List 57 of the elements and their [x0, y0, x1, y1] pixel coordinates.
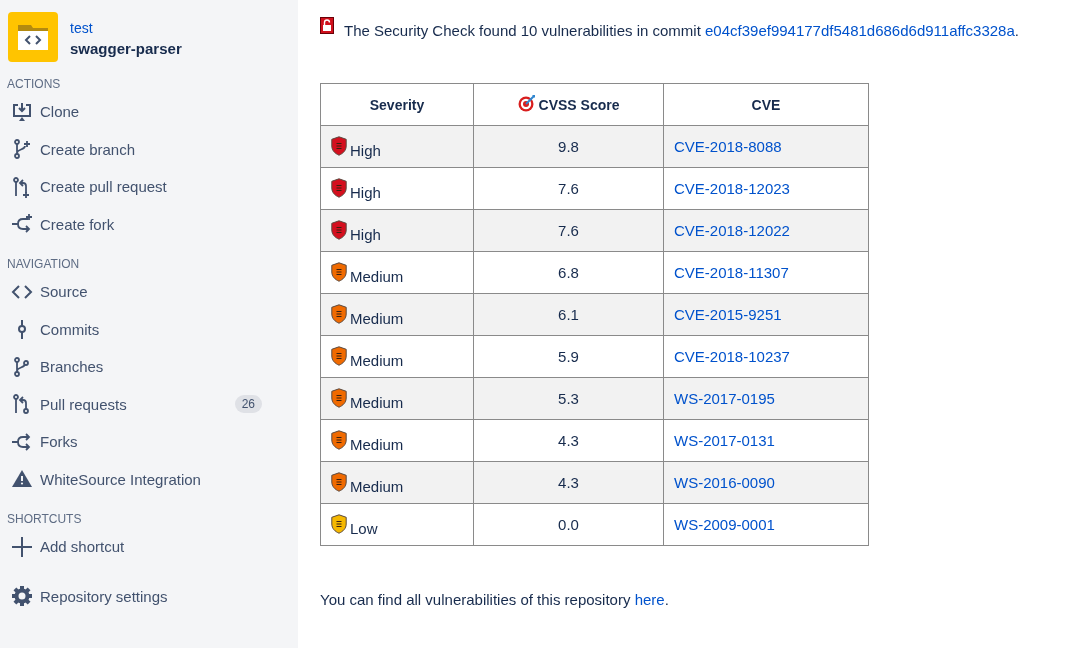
sidebar-item[interactable]: Commits — [0, 310, 298, 348]
target-icon — [517, 94, 536, 112]
sidebar-item[interactable]: Source — [0, 273, 298, 311]
cve-link[interactable]: WS-2017-0195 — [674, 390, 775, 407]
severity-label: High — [350, 226, 381, 243]
sidebar-item[interactable]: WhiteSource Integration — [0, 460, 298, 498]
here-link[interactable]: here — [634, 591, 665, 608]
commit-link[interactable]: e04cf39ef994177df5481d686d6d911affc3328a — [705, 22, 1015, 39]
fork-icon — [11, 430, 33, 453]
branch-plus-icon — [11, 138, 33, 161]
section-heading: SHORTCUTS — [6, 511, 82, 527]
workspace-link[interactable]: test — [70, 19, 93, 37]
scan-summary: The Security Check found 10 vulnerabilities in commit e04cf39ef994177df5481d686d6d911affc3328a. — [344, 21, 1019, 41]
sidebar-item[interactable]: Repository settings — [0, 577, 298, 615]
cve-link[interactable]: WS-2016-0090 — [674, 474, 775, 491]
cvss-score: 0.0 — [558, 516, 579, 533]
column-header: CVE — [751, 96, 781, 113]
cvss-score: 6.8 — [558, 264, 579, 281]
severity-label: High — [350, 184, 381, 201]
repository-folder-icon — [8, 12, 58, 62]
sidebar-item[interactable]: Add shortcut — [0, 528, 298, 566]
sidebar-item[interactable]: Branches — [0, 348, 298, 386]
cvss-score: 9.8 — [558, 138, 579, 155]
cve-link[interactable]: WS-2009-0001 — [674, 516, 775, 533]
sidebar-item[interactable]: Clone — [0, 93, 298, 131]
repository-vulnerabilities-note: You can find all vulnerabilities of this repository here. — [320, 590, 670, 610]
cve-link[interactable]: WS-2017-0131 — [674, 432, 775, 449]
plus-icon — [11, 535, 33, 558]
cvss-score: 7.6 — [558, 180, 579, 197]
severity-label: Medium — [350, 478, 404, 495]
section-heading: ACTIONS — [6, 76, 61, 92]
section-heading: NAVIGATION — [6, 256, 80, 272]
column-header: CVSS Score — [538, 97, 620, 113]
sidebar-item[interactable]: Create pull request — [0, 168, 298, 206]
cvss-score: 6.1 — [558, 306, 579, 323]
severity-label: Medium — [350, 310, 404, 327]
cvss-score: 5.9 — [558, 348, 579, 365]
severity-label: Medium — [350, 436, 404, 453]
repository-name: swagger-parser — [70, 39, 182, 59]
sidebar-item[interactable]: Create fork — [0, 205, 298, 243]
cvss-score: 5.3 — [558, 390, 579, 407]
unlocked-padlock-icon — [320, 17, 334, 34]
settings-icon — [11, 585, 33, 608]
sidebar-item[interactable]: Create branch — [0, 130, 298, 168]
severity-label: Medium — [350, 352, 404, 369]
severity-label: Medium — [350, 268, 404, 285]
cvss-score: 4.3 — [558, 474, 579, 491]
sidebar-item[interactable]: Forks — [0, 423, 298, 461]
severity-label: Medium — [350, 394, 404, 411]
cvss-score: 7.6 — [558, 222, 579, 239]
cvss-score: 4.3 — [558, 432, 579, 449]
column-header: Severity — [369, 96, 425, 113]
sidebar-item[interactable]: Pull requests 26 — [0, 385, 298, 423]
severity-label: High — [350, 142, 381, 159]
count-badge: 26 — [234, 395, 262, 414]
monitor-download-icon — [11, 100, 33, 123]
severity-label: Low — [350, 520, 378, 537]
